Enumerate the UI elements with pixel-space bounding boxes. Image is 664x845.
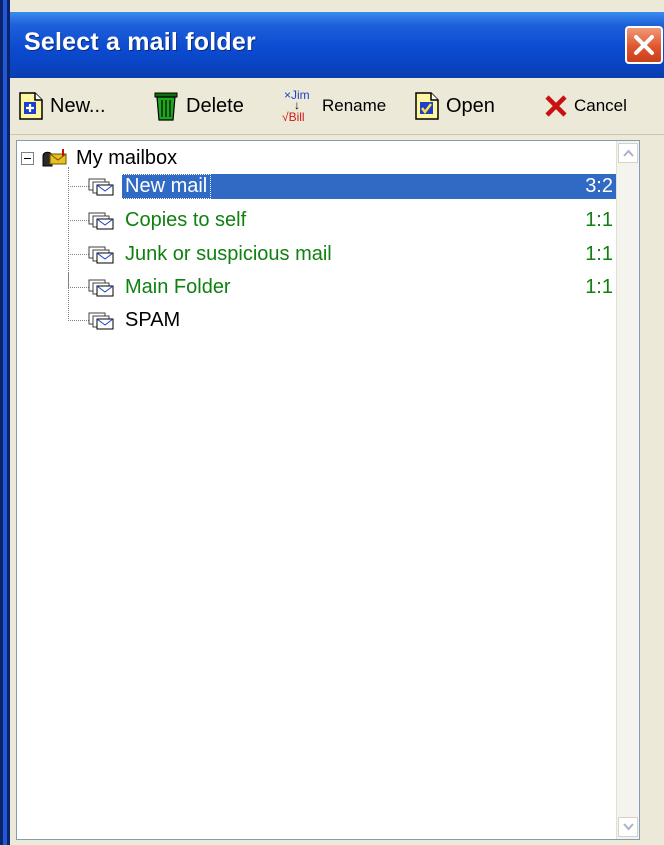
- trash-can-icon: [154, 92, 178, 121]
- mail-folder-icon: [88, 312, 114, 330]
- tree-root-my-mailbox[interactable]: My mailbox: [21, 145, 177, 171]
- folder-count: 1:1: [585, 209, 613, 231]
- mail-folder-icon: [88, 279, 114, 297]
- close-icon: [634, 35, 654, 55]
- mail-folder-icon: [88, 246, 114, 264]
- mail-folder-icon: [88, 178, 114, 196]
- tree-item-new-mail[interactable]: New mail 3:2: [17, 172, 619, 201]
- cancel-button-label: Cancel: [574, 96, 627, 115]
- folder-name: New mail: [120, 174, 212, 199]
- new-folder-button[interactable]: New...: [18, 86, 106, 126]
- chevron-down-icon: [623, 823, 634, 831]
- new-document-icon: [19, 92, 43, 120]
- title-bar[interactable]: Select a mail folder: [10, 12, 664, 78]
- tree-item-copies-to-self[interactable]: Copies to self 1:1: [17, 206, 619, 235]
- vertical-scrollbar[interactable]: [616, 141, 639, 839]
- tree-item-spam[interactable]: SPAM: [17, 306, 619, 335]
- tree-connector: [68, 206, 90, 221]
- tree-root-label: My mailbox: [76, 146, 178, 169]
- folder-name: Junk or suspicious mail: [125, 243, 332, 265]
- folder-name: Copies to self: [125, 209, 247, 231]
- delete-folder-button[interactable]: Delete: [152, 86, 244, 126]
- window-title: Select a mail folder: [24, 28, 256, 56]
- tree-connector: [68, 240, 90, 255]
- folder-name: SPAM: [125, 309, 181, 331]
- collapse-toggle[interactable]: [21, 151, 34, 165]
- rename-button-label: Rename: [322, 96, 387, 115]
- delete-button-label: Delete: [186, 94, 244, 117]
- folder-name: Main Folder: [125, 276, 231, 298]
- folder-tree[interactable]: My mailbox New mail 3:2 Copies to self 1…: [16, 140, 640, 840]
- tree-item-junk-or-suspicious-mail[interactable]: Junk or suspicious mail 1:1: [17, 240, 619, 269]
- chevron-up-icon: [623, 149, 634, 157]
- window-frame-left: [0, 0, 10, 845]
- cancel-x-icon: [545, 95, 567, 117]
- folder-count: 1:1: [585, 243, 613, 265]
- close-button[interactable]: [625, 26, 663, 64]
- folder-count: 1:1: [585, 276, 613, 298]
- open-button-label: Open: [446, 94, 495, 117]
- tree-connector: [68, 172, 90, 187]
- tree-connector: [68, 273, 90, 288]
- open-folder-button[interactable]: Open: [414, 86, 495, 126]
- rename-folder-button[interactable]: ×Jim ↓ √Bill Rename: [280, 86, 386, 126]
- mail-folder-icon: [88, 212, 114, 230]
- tree-connector: [68, 306, 90, 321]
- scroll-down-button[interactable]: [618, 817, 638, 837]
- open-document-icon: [415, 92, 439, 120]
- tree-item-main-folder[interactable]: Main Folder 1:1: [17, 273, 619, 302]
- cancel-button[interactable]: Cancel: [544, 86, 627, 126]
- rename-icon: ×Jim ↓ √Bill: [280, 87, 316, 125]
- dialog-window: Select a mail folder New... Delete ×Jim …: [0, 0, 664, 845]
- new-button-label: New...: [50, 94, 106, 117]
- rename-icon-new-text: √Bill: [282, 110, 305, 124]
- mailbox-icon: [42, 149, 67, 167]
- folder-count: 3:2: [585, 175, 613, 197]
- toolbar: New... Delete ×Jim ↓ √Bill Rename Open C…: [10, 78, 664, 135]
- scroll-up-button[interactable]: [618, 143, 638, 163]
